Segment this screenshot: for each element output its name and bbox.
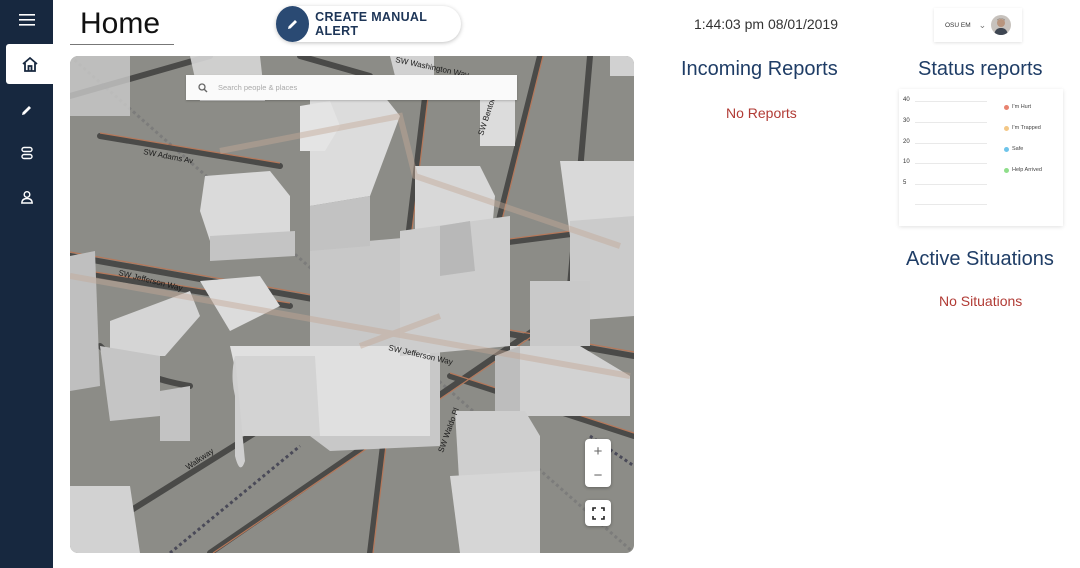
legend-label: I'm Trapped — [1012, 125, 1041, 131]
user-menu[interactable]: OSU EM ⌄ — [934, 8, 1022, 42]
sidebar-item-home[interactable] — [6, 44, 53, 84]
pencil-icon — [276, 6, 310, 42]
legend-label: Help Arrived — [1012, 167, 1042, 173]
sidebar — [0, 0, 53, 568]
legend-dot — [1004, 167, 1009, 173]
y-tick-label: 40 — [903, 97, 910, 103]
status-reports-title: Status reports — [918, 58, 1043, 80]
map-search-bar[interactable] — [186, 75, 517, 100]
zoom-in-button[interactable]: + — [585, 439, 611, 463]
y-tick-label: 5 — [903, 180, 907, 186]
y-tick-label: 20 — [903, 139, 910, 145]
fullscreen-icon — [591, 506, 605, 520]
pencil-icon — [22, 105, 31, 115]
no-reports-message: No Reports — [726, 105, 797, 121]
sidebar-item-situations[interactable] — [0, 133, 53, 173]
y-tick-label: 30 — [903, 118, 910, 124]
search-icon — [198, 82, 208, 92]
page-title: Home — [70, 5, 174, 45]
create-manual-alert-button[interactable]: CREATE MANUAL ALERT — [276, 6, 461, 42]
stack-icon — [20, 146, 33, 160]
legend-label: Safe — [1012, 146, 1024, 152]
grid-line — [915, 184, 987, 185]
avatar[interactable] — [991, 15, 1012, 35]
grid-line — [915, 143, 987, 144]
map-search-input[interactable] — [218, 83, 498, 92]
create-manual-alert-label: CREATE MANUAL ALERT — [315, 10, 427, 38]
legend-dot — [1004, 104, 1009, 110]
y-tick-label: 10 — [903, 159, 910, 165]
menu-button[interactable] — [0, 0, 53, 40]
zoom-out-button[interactable]: − — [585, 463, 611, 487]
legend-item-hurt: I'm Hurt — [1004, 104, 1031, 110]
home-icon — [21, 56, 38, 72]
active-situations-title: Active Situations — [906, 248, 1054, 270]
legend-item-trapped: I'm Trapped — [1004, 125, 1041, 131]
sidebar-item-edit[interactable] — [0, 90, 53, 130]
fullscreen-button[interactable] — [585, 500, 611, 526]
legend-dot — [1004, 146, 1009, 152]
no-situations-message: No Situations — [939, 293, 1023, 309]
grid-line — [915, 163, 987, 164]
map-view[interactable]: SW Jefferson Way SW Jefferson Way SW Was… — [70, 56, 634, 553]
legend-item-safe: Safe — [1004, 146, 1023, 152]
grid-line — [915, 204, 987, 205]
clock: 1:44:03 pm 08/01/2019 — [694, 16, 839, 32]
legend-label: I'm Hurt — [1012, 104, 1032, 110]
legend-item-help-arrived: Help Arrived — [1004, 167, 1042, 173]
hamburger-menu-icon — [18, 14, 35, 26]
grid-line — [915, 101, 987, 102]
grid-line — [915, 122, 987, 123]
sidebar-item-profile[interactable] — [0, 177, 53, 217]
status-reports-chart: 40 30 20 10 5 I'm Hurt I'm Trapped Safe … — [899, 89, 1063, 226]
zoom-controls: + − — [585, 439, 611, 487]
chevron-down-icon: ⌄ — [978, 19, 987, 30]
user-name: OSU EM — [945, 21, 971, 29]
incoming-reports-title: Incoming Reports — [681, 58, 838, 80]
map-canvas[interactable]: SW Jefferson Way SW Jefferson Way SW Was… — [70, 56, 634, 553]
legend-dot — [1004, 125, 1009, 131]
user-icon — [20, 191, 33, 204]
